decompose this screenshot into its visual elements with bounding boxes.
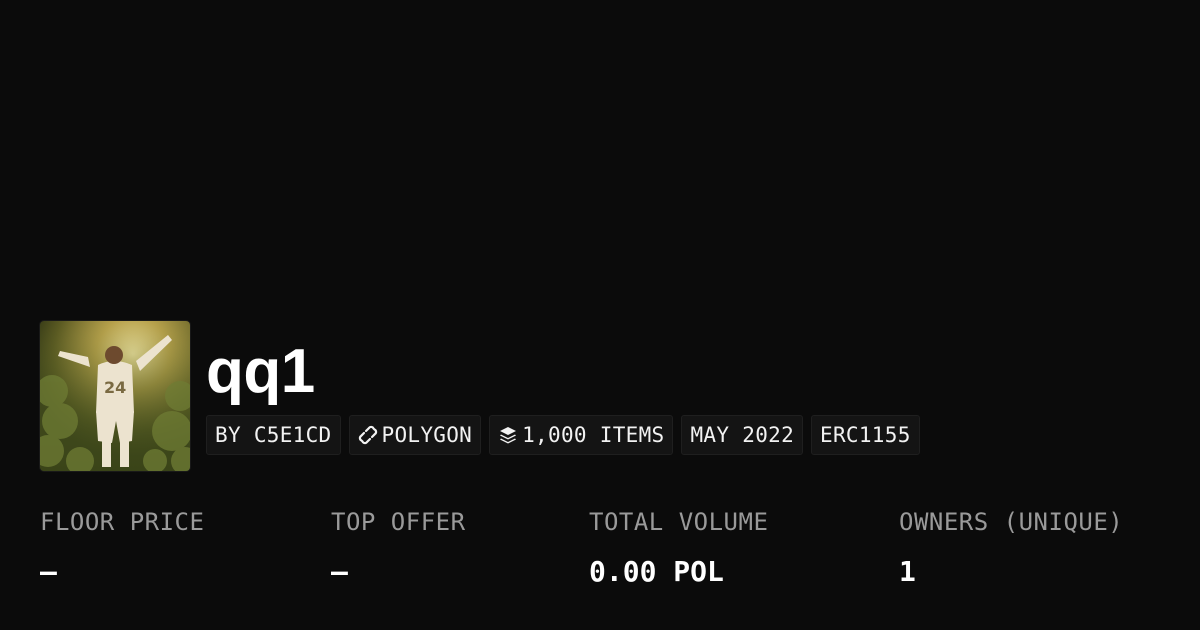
chain-chip[interactable]: POLYGON [348, 415, 482, 455]
collection-banner [0, 0, 1200, 330]
stat-value: – [331, 555, 348, 588]
svg-text:24: 24 [104, 378, 126, 397]
collection-title: qq1 [206, 337, 315, 406]
items-chip[interactable]: 1,000 ITEMS [489, 415, 674, 455]
stat-label: TOP OFFER [331, 508, 466, 536]
stat-label: OWNERS (UNIQUE) [899, 508, 1124, 536]
stat-label: FLOOR PRICE [40, 508, 205, 536]
collection-avatar[interactable]: 24 [40, 321, 190, 471]
creator-label: BY C5E1CD [215, 423, 332, 447]
token-standard-label: ERC1155 [820, 423, 911, 447]
avatar-image: 24 [40, 321, 190, 471]
stat-value: 0.00 POL [589, 555, 724, 588]
chain-label: POLYGON [381, 423, 473, 447]
created-date-label: MAY 2022 [690, 423, 795, 447]
stat-floor-price: FLOOR PRICE – [40, 505, 204, 589]
stat-value: 1 [899, 555, 916, 588]
chain-link-icon [358, 425, 378, 445]
items-label: 1,000 ITEMS [522, 423, 665, 447]
og-card: 24 qq1 BY C5E1CD POLYGON 1,000 ITEMS MAY… [0, 0, 1200, 630]
stat-top-offer: TOP OFFER – [331, 505, 466, 589]
stat-label: TOTAL VOLUME [589, 508, 769, 536]
collection-meta-chips: BY C5E1CD POLYGON 1,000 ITEMS MAY 2022 E… [206, 415, 920, 455]
layers-icon [498, 425, 518, 445]
stat-value: – [40, 555, 57, 588]
created-date-chip: MAY 2022 [681, 415, 804, 455]
stat-owners: OWNERS (UNIQUE) 1 [899, 505, 1123, 589]
stat-total-volume: TOTAL VOLUME 0.00 POL [589, 505, 768, 589]
creator-chip[interactable]: BY C5E1CD [206, 415, 341, 455]
token-standard-chip: ERC1155 [811, 415, 920, 455]
